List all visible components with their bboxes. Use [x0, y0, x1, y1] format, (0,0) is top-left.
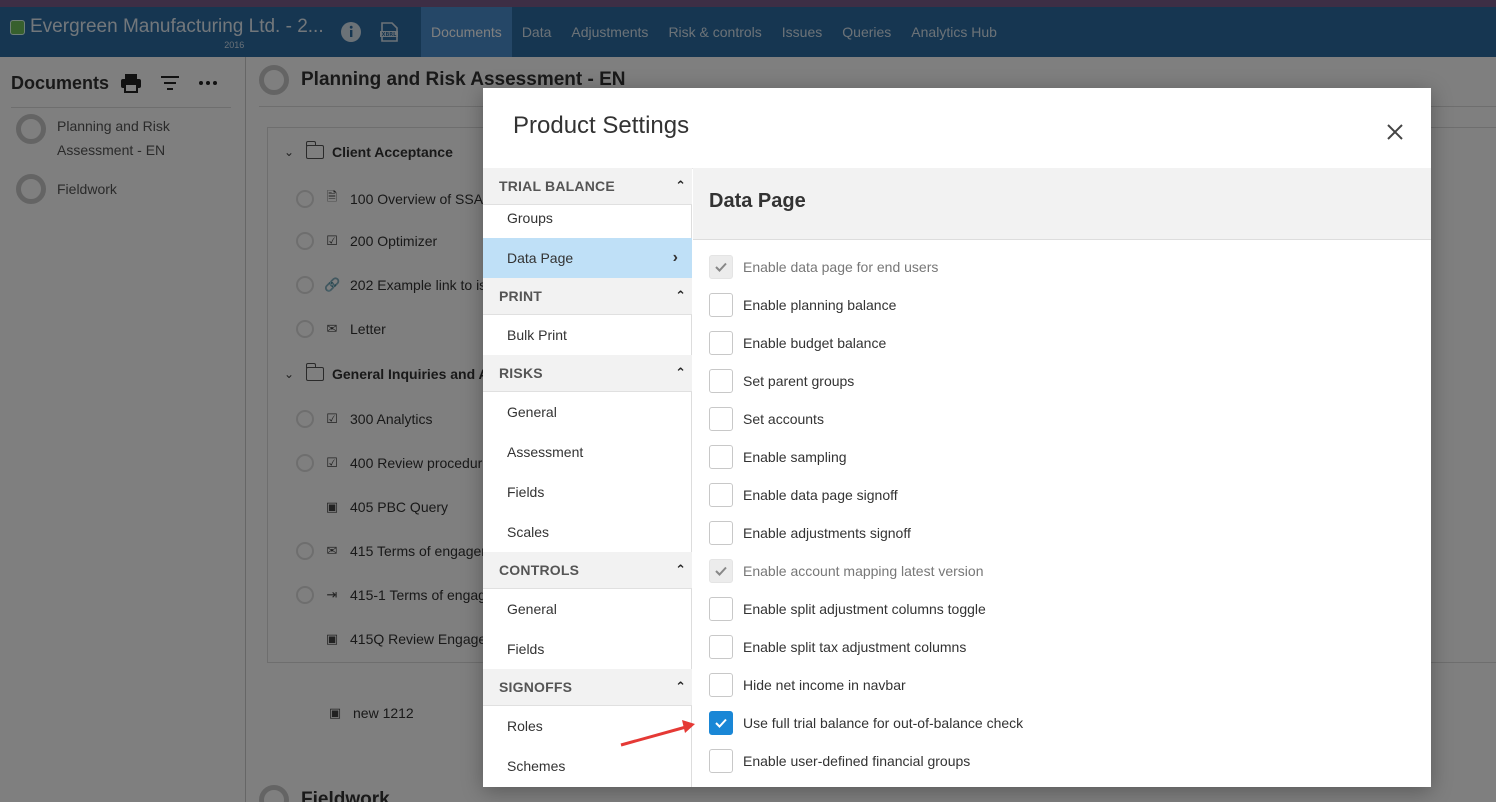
- checkbox[interactable]: [709, 483, 733, 507]
- menu-item-bulk-print[interactable]: Bulk Print: [483, 315, 692, 355]
- option-label: Enable adjustments signoff: [743, 525, 911, 541]
- option-label: Enable sampling: [743, 449, 847, 465]
- menu-section-risks[interactable]: RISKS ⌃: [483, 355, 692, 392]
- option-label: Enable budget balance: [743, 335, 887, 351]
- option-label: Enable account mapping latest version: [743, 563, 984, 579]
- checkbox[interactable]: [709, 369, 733, 393]
- menu-section-label: PRINT: [499, 288, 542, 304]
- product-settings-dialog: Product Settings TRIAL BALANCE ⌃ Groups …: [483, 88, 1431, 787]
- option-label: Hide net income in navbar: [743, 677, 906, 693]
- section-title: Data Page: [709, 190, 806, 212]
- menu-item-data-page[interactable]: Data Page ›: [483, 238, 692, 278]
- check-icon: [715, 262, 727, 272]
- menu-section-label: RISKS: [499, 365, 543, 381]
- option-label: Enable planning balance: [743, 297, 897, 313]
- menu-section-print[interactable]: PRINT ⌃: [483, 278, 692, 315]
- option-label: Enable data page for end users: [743, 259, 939, 275]
- menu-item-roles[interactable]: Roles: [483, 706, 692, 746]
- menu-item-schemes[interactable]: Schemes: [483, 746, 692, 786]
- checkbox[interactable]: [709, 521, 733, 545]
- menu-item-controls-general[interactable]: General: [483, 589, 692, 629]
- setting-option[interactable]: Enable adjustments signoff: [709, 521, 911, 545]
- option-label: Enable data page signoff: [743, 487, 898, 503]
- menu-item-controls-fields[interactable]: Fields: [483, 629, 692, 669]
- checkbox[interactable]: [709, 445, 733, 469]
- menu-item-risks-general[interactable]: General: [483, 392, 692, 432]
- setting-option[interactable]: Enable account mapping latest version: [709, 559, 983, 583]
- content-header: Data Page: [693, 168, 1431, 240]
- menu-section-label: CONTROLS: [499, 562, 580, 578]
- chevron-up-icon[interactable]: ⌃: [675, 288, 686, 304]
- checkbox[interactable]: [709, 711, 733, 735]
- chevron-up-icon[interactable]: ⌃: [675, 679, 686, 695]
- setting-option[interactable]: Hide net income in navbar: [709, 673, 906, 697]
- option-label: Set accounts: [743, 411, 824, 427]
- checkbox[interactable]: [709, 597, 733, 621]
- setting-option[interactable]: Enable planning balance: [709, 293, 896, 317]
- checkbox: [709, 559, 733, 583]
- checkbox[interactable]: [709, 293, 733, 317]
- close-icon[interactable]: [1383, 120, 1407, 144]
- settings-content: Data Page Enable data page for end users…: [693, 168, 1431, 787]
- setting-option[interactable]: Enable data page for end users: [709, 255, 938, 279]
- check-icon: [715, 718, 727, 728]
- setting-option[interactable]: Enable split tax adjustment columns: [709, 635, 966, 659]
- checkbox: [709, 255, 733, 279]
- option-label: Enable user-defined financial groups: [743, 753, 971, 769]
- checkbox[interactable]: [709, 635, 733, 659]
- menu-section-signoffs[interactable]: SIGNOFFS ⌃: [483, 669, 692, 706]
- menu-section-label: TRIAL BALANCE: [499, 178, 615, 194]
- menu-item-risks-assessment[interactable]: Assessment: [483, 432, 692, 472]
- setting-option[interactable]: Set accounts: [709, 407, 824, 431]
- menu-item-risks-fields[interactable]: Fields: [483, 472, 692, 512]
- setting-option[interactable]: Use full trial balance for out-of-balanc…: [709, 711, 1023, 735]
- menu-section-controls[interactable]: CONTROLS ⌃: [483, 552, 692, 589]
- option-label: Set parent groups: [743, 373, 855, 389]
- setting-option[interactable]: Enable user-defined financial groups: [709, 749, 970, 773]
- checkbox[interactable]: [709, 749, 733, 773]
- setting-option[interactable]: Set parent groups: [709, 369, 854, 393]
- option-label: Enable split tax adjustment columns: [743, 639, 967, 655]
- checkbox[interactable]: [709, 407, 733, 431]
- menu-item-risks-scales[interactable]: Scales: [483, 512, 692, 552]
- setting-option[interactable]: Enable budget balance: [709, 331, 886, 355]
- chevron-up-icon[interactable]: ⌃: [675, 562, 686, 578]
- chevron-up-icon[interactable]: ⌃: [675, 178, 686, 194]
- chevron-up-icon[interactable]: ⌃: [675, 365, 686, 381]
- menu-section-label: SIGNOFFS: [499, 679, 573, 695]
- check-icon: [715, 566, 727, 576]
- menu-item-label: Data Page: [507, 250, 574, 266]
- settings-menu: TRIAL BALANCE ⌃ Groups Data Page › PRINT…: [483, 168, 692, 787]
- dialog-title: Product Settings: [513, 112, 690, 139]
- option-label: Enable split adjustment columns toggle: [743, 601, 986, 617]
- option-label: Use full trial balance for out-of-balanc…: [743, 715, 1024, 731]
- setting-option[interactable]: Enable sampling: [709, 445, 847, 469]
- checkbox[interactable]: [709, 673, 733, 697]
- chevron-right-icon: ›: [672, 249, 678, 266]
- menu-item-groups[interactable]: Groups: [483, 198, 692, 238]
- setting-option[interactable]: Enable split adjustment columns toggle: [709, 597, 986, 621]
- checkbox[interactable]: [709, 331, 733, 355]
- setting-option[interactable]: Enable data page signoff: [709, 483, 898, 507]
